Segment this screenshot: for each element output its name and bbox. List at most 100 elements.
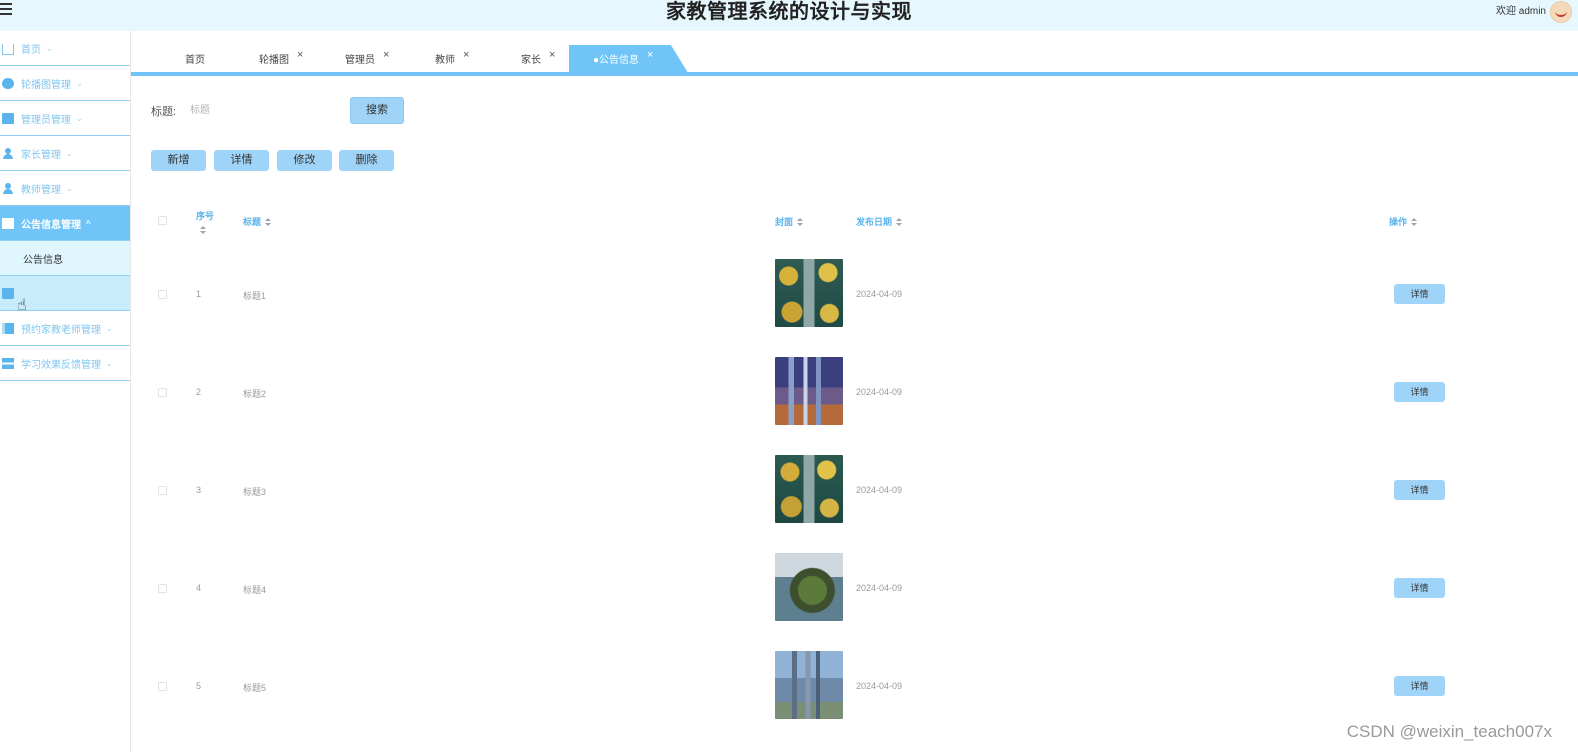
table-row[interactable]: 1 标题1 2024-04-09 详情	[131, 249, 1578, 347]
chevron-down-icon: ⌄	[106, 323, 113, 333]
row-date: 2024-04-09	[856, 583, 903, 593]
chevron-down-icon: ⌄	[76, 78, 83, 88]
row-title: 标题2	[243, 389, 267, 399]
row-index: 2	[196, 387, 202, 397]
chevron-down-icon: ⌄	[46, 43, 53, 53]
row-checkbox[interactable]	[158, 682, 167, 691]
sidebar-item-teacher[interactable]: 教师管理 ⌄	[0, 171, 130, 206]
sidebar-subitem-notice-info[interactable]: 公告信息	[0, 241, 130, 276]
row-checkbox[interactable]	[158, 388, 167, 397]
sidebar-item-label: 公告信息管理	[21, 219, 81, 231]
sort-icon[interactable]	[797, 217, 804, 226]
row-index: 3	[196, 485, 202, 495]
row-title: 标题5	[243, 683, 267, 693]
search-label: 标题:	[151, 106, 177, 118]
sort-icon[interactable]	[200, 226, 206, 234]
row-title: 标题1	[243, 291, 267, 301]
sidebar-item-parent[interactable]: 家长管理 ⌄	[0, 136, 130, 171]
row-detail-button[interactable]: 详情	[1394, 676, 1445, 696]
select-all-checkbox[interactable]	[158, 216, 167, 225]
table-row[interactable]: 4 标题4 2024-04-09 详情	[131, 543, 1578, 641]
sidebar-item-notice[interactable]: 公告信息管理 ^	[0, 206, 130, 241]
folder-icon	[2, 217, 14, 229]
cover-image	[775, 553, 843, 621]
column-header-date[interactable]: 发布日期	[856, 215, 903, 228]
column-header-label: 封面	[775, 217, 794, 227]
sort-icon[interactable]	[896, 217, 903, 226]
cover-image	[775, 259, 843, 327]
table-row[interactable]: 3 标题3 2024-04-09 详情	[131, 445, 1578, 543]
row-detail-button[interactable]: 详情	[1394, 382, 1445, 402]
search-button[interactable]: 搜索	[350, 97, 404, 124]
row-checkbox[interactable]	[158, 584, 167, 593]
row-index: 5	[196, 681, 202, 691]
row-index: 4	[196, 583, 202, 593]
tab-label: 教师	[435, 55, 455, 66]
detail-button[interactable]: 详情	[214, 150, 269, 171]
close-icon[interactable]: ×	[383, 49, 389, 61]
tab-notice-info[interactable]: ●公告信息 ×	[569, 45, 688, 72]
row-date: 2024-04-09	[856, 387, 903, 397]
home-icon	[2, 44, 14, 55]
column-header-index[interactable]: 序号	[196, 209, 214, 234]
close-icon[interactable]: ×	[647, 49, 653, 61]
tab-parent[interactable]: 家长 ×	[521, 45, 555, 72]
row-date: 2024-04-09	[856, 289, 903, 299]
sidebar-item-label: 教师管理	[21, 184, 61, 196]
row-detail-button[interactable]: 详情	[1394, 480, 1445, 500]
tab-home[interactable]: 首页	[185, 45, 205, 72]
column-header-label: 标题	[243, 217, 262, 227]
close-icon[interactable]: ×	[463, 49, 469, 61]
sidebar-item-label: 学习效果反馈管理	[21, 359, 101, 371]
tab-label: ●公告信息	[593, 55, 640, 66]
column-header-title[interactable]: 标题	[243, 215, 272, 228]
app-title: 家教管理系统的设计与实现	[666, 1, 912, 23]
row-title: 标题4	[243, 585, 267, 595]
sort-icon[interactable]	[1411, 217, 1418, 226]
cover-image	[775, 357, 843, 425]
row-checkbox[interactable]	[158, 486, 167, 495]
column-header-cover[interactable]: 封面	[775, 215, 804, 228]
user-icon	[2, 182, 14, 194]
row-checkbox[interactable]	[158, 290, 167, 299]
column-header-label: 序号	[196, 211, 215, 221]
sidebar-item-label: 首页	[21, 44, 41, 56]
column-header-label: 操作	[1389, 217, 1408, 227]
edit-button[interactable]: 修改	[277, 150, 332, 171]
tab-admin[interactable]: 管理员 ×	[345, 45, 389, 72]
sidebar-item-feedback[interactable]: 学习效果反馈管理 ⌄	[0, 346, 130, 381]
tab-carousel[interactable]: 轮播图 ×	[259, 45, 303, 72]
delete-button[interactable]: 删除	[339, 150, 394, 171]
sidebar-item-home[interactable]: 首页 ⌄	[0, 31, 130, 66]
sidebar-item-carousel[interactable]: 轮播图管理 ⌄	[0, 66, 130, 101]
column-header-label: 发布日期	[856, 217, 893, 227]
column-header-ops[interactable]: 操作	[1389, 215, 1418, 228]
sidebar-item-admin[interactable]: 管理员管理 ⌄	[0, 101, 130, 136]
row-detail-button[interactable]: 详情	[1394, 284, 1445, 304]
sidebar-item-label: 公告信息	[23, 254, 63, 266]
avatar[interactable]	[1550, 1, 1572, 23]
tab-teacher[interactable]: 教师 ×	[435, 45, 469, 72]
carousel-icon	[2, 77, 14, 89]
sidebar-item-booking[interactable]: 预约家教老师管理 ⌄	[0, 311, 130, 346]
close-icon[interactable]: ×	[297, 49, 303, 61]
chevron-down-icon: ⌄	[66, 148, 73, 158]
row-detail-button[interactable]: 详情	[1394, 578, 1445, 598]
table-row[interactable]: 2 标题2 2024-04-09 详情	[131, 347, 1578, 445]
cover-image	[775, 455, 843, 523]
search-input[interactable]	[190, 100, 340, 120]
hand-cursor-icon: ☝	[17, 297, 27, 314]
chevron-down-icon: ⌄	[76, 113, 83, 123]
close-icon[interactable]: ×	[549, 49, 555, 61]
row-index: 1	[196, 289, 202, 299]
sidebar-item-label: 课程信息管理	[21, 289, 81, 301]
sidebar-item-label: 预约家教老师管理	[21, 324, 101, 336]
add-button[interactable]: 新增	[151, 150, 206, 171]
book-icon	[2, 322, 14, 334]
user-area[interactable]: 欢迎 admin	[1496, 0, 1572, 23]
sidebar-item-label: 轮播图管理	[21, 79, 71, 91]
sidebar-item-label: 家长管理	[21, 149, 61, 161]
row-date: 2024-04-09	[856, 681, 903, 691]
sort-icon[interactable]	[265, 217, 272, 226]
tab-label: 轮播图	[259, 55, 289, 66]
